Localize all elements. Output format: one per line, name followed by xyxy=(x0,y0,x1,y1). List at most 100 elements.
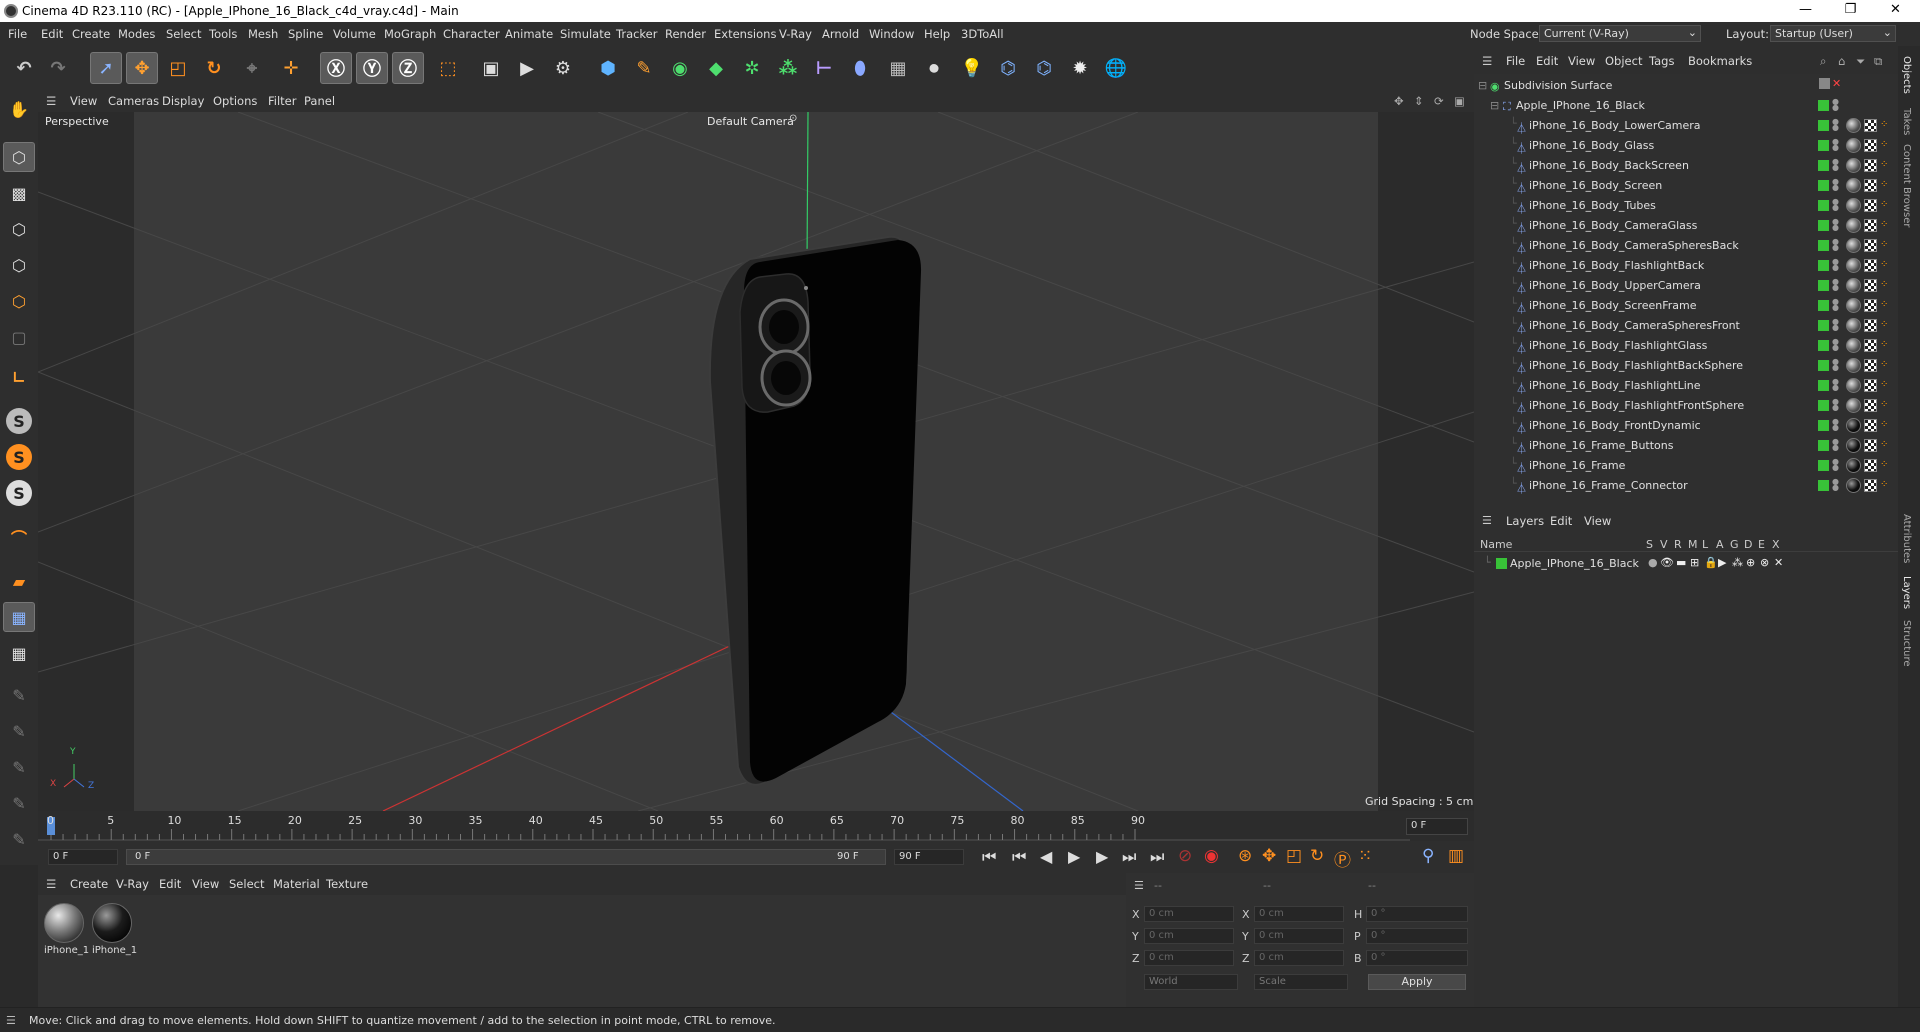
vray-tag-icon[interactable]: ⁘ xyxy=(1880,379,1890,391)
menu-extensions[interactable]: Extensions xyxy=(714,27,776,41)
material-tag-icon[interactable] xyxy=(1846,158,1861,173)
material-tag-icon[interactable] xyxy=(1846,258,1861,273)
perspective-viewport[interactable]: Perspective Default Camera ⊙ Grid Spacin… xyxy=(38,112,1474,811)
viewport-menu-view[interactable]: View xyxy=(70,94,97,108)
vray-tag-icon[interactable]: ⁘ xyxy=(1880,419,1890,431)
texture-tag-icon[interactable] xyxy=(1864,279,1877,292)
object-row-group[interactable]: ⊟ ⛶ Apple_IPhone_16_Black ● ● xyxy=(1474,96,1889,116)
vray-tag-icon[interactable]: ⁘ xyxy=(1880,459,1890,471)
spline-pen-icon[interactable]: ✎ xyxy=(628,52,660,84)
position-y-field[interactable]: 0 cm xyxy=(1144,928,1234,944)
viewport-camera-label[interactable]: Default Camera xyxy=(707,115,794,128)
texture-tag-icon[interactable] xyxy=(1864,179,1877,192)
menu-modes[interactable]: Modes xyxy=(118,27,155,41)
visibility-dots-icon[interactable]: ● ● xyxy=(1832,358,1839,373)
go-to-start-icon[interactable]: ⏮ xyxy=(982,847,996,867)
vray-tag-icon[interactable]: ⁘ xyxy=(1880,339,1890,351)
object-row[interactable]: └ ⏃ iPhone_16_Frame_Connector ● ● ⁘ xyxy=(1474,476,1889,496)
layer-color-icon[interactable] xyxy=(1818,220,1829,231)
vray-tag-icon[interactable]: ⁘ xyxy=(1880,239,1890,251)
hamburger-icon[interactable]: ☰ xyxy=(46,877,56,891)
visibility-dots-icon[interactable]: ● ● xyxy=(1832,238,1839,253)
vray-tag-icon[interactable]: ⁘ xyxy=(1880,319,1890,331)
object-row[interactable]: └ ⏃ iPhone_16_Body_Screen ● ● ⁘ xyxy=(1474,176,1889,196)
render-picture-viewer-icon[interactable]: ▶ xyxy=(511,52,543,84)
filter-icon[interactable]: ⏷ xyxy=(1856,54,1865,69)
object-row[interactable]: └ ⏃ iPhone_16_Body_CameraGlass ● ● ⁘ xyxy=(1474,216,1889,236)
vray-tag-icon[interactable]: ⁘ xyxy=(1880,359,1890,371)
timeline-ruler[interactable]: 0 5 10 15 20 25 30 35 40 45 50 55 60 65 70 75 80 85 90 0 F xyxy=(38,811,1474,841)
object-row[interactable]: └ ⏃ iPhone_16_Body_BackScreen ● ● ⁘ xyxy=(1474,156,1889,176)
material-tag-icon[interactable] xyxy=(1846,118,1861,133)
key-rotation-icon[interactable]: ↻ xyxy=(1310,846,1324,866)
layer-color-icon[interactable] xyxy=(1818,400,1829,411)
texture-tag-icon[interactable] xyxy=(1864,479,1877,492)
layer-color-icon[interactable] xyxy=(1818,440,1829,451)
locked-workplane-icon[interactable]: ▦ xyxy=(3,638,35,668)
menu-character[interactable]: Character xyxy=(443,27,500,41)
material-tag-icon[interactable] xyxy=(1846,438,1861,453)
material-tag-icon[interactable] xyxy=(1846,458,1861,473)
layer-color-icon[interactable] xyxy=(1818,340,1829,351)
texture-tag-icon[interactable] xyxy=(1864,239,1877,252)
material-tag-icon[interactable] xyxy=(1846,278,1861,293)
rotate-tool-icon[interactable]: ↻ xyxy=(198,52,230,84)
material-swatch[interactable]: iPhone_1 xyxy=(44,903,89,959)
key-parameter-icon[interactable]: Ⓟ xyxy=(1334,846,1351,871)
vray-tag-icon[interactable]: ⁘ xyxy=(1880,199,1890,211)
object-row[interactable]: └ ⏃ iPhone_16_Body_Tubes ● ● ⁘ xyxy=(1474,196,1889,216)
tab-content-browser[interactable]: Content Browser xyxy=(1901,144,1912,227)
menu-animate[interactable]: Animate xyxy=(505,27,553,41)
layers-menu-layers[interactable]: Layers xyxy=(1506,514,1544,528)
material-tag-icon[interactable] xyxy=(1846,418,1861,433)
layer-render-icon[interactable]: ▬ xyxy=(1676,556,1686,569)
cloner-icon[interactable]: ✲ xyxy=(736,52,768,84)
visibility-dots-icon[interactable]: ● ● xyxy=(1832,178,1839,193)
timeline-settings-icon[interactable]: ⚲ xyxy=(1422,846,1434,866)
layer-row[interactable]: └ Apple_IPhone_16_Black ● 👁 ▬ ⊞ 🔒 ▶ ⁂ ⊕ … xyxy=(1474,554,1898,572)
material-menu-create[interactable]: Create xyxy=(70,877,108,891)
layer-color-icon[interactable] xyxy=(1818,100,1829,111)
material-tag-icon[interactable] xyxy=(1846,178,1861,193)
magnet-icon[interactable]: ⌒ xyxy=(3,522,35,552)
object-row[interactable]: └ ⏃ iPhone_16_Body_FrontDynamic ● ● ⁘ xyxy=(1474,416,1889,436)
hamburger-icon[interactable]: ☰ xyxy=(1482,54,1492,68)
next-frame-icon[interactable]: ▶ xyxy=(1096,847,1108,866)
object-row[interactable]: └ ⏃ iPhone_16_Body_Glass ● ● ⁘ xyxy=(1474,136,1889,156)
object-menu-file[interactable]: File xyxy=(1506,54,1525,68)
mograph-icon[interactable]: ⁂ xyxy=(772,52,804,84)
vray-settings-icon[interactable]: ✹ xyxy=(1064,52,1096,84)
texture-tag-icon[interactable] xyxy=(1864,119,1877,132)
texture-tag-icon[interactable] xyxy=(1864,319,1877,332)
menu-help[interactable]: Help xyxy=(924,27,950,41)
viewport-menu-display[interactable]: Display xyxy=(162,94,204,108)
visibility-dots-icon[interactable]: ● ● xyxy=(1832,418,1839,433)
visibility-dots-icon[interactable]: ● ● xyxy=(1832,298,1839,313)
autokey-icon[interactable]: ◉ xyxy=(1204,846,1219,866)
snap-icon[interactable]: S xyxy=(6,408,32,434)
transform-tool-icon[interactable]: ✛ xyxy=(275,52,307,84)
menu-render[interactable]: Render xyxy=(665,27,706,41)
previous-key-icon[interactable]: ⏮ xyxy=(1012,847,1026,867)
model-mode-icon[interactable]: ⬡ xyxy=(3,142,35,172)
object-row-root[interactable]: ⊟ ◉ Subdivision Surface ✕ xyxy=(1474,76,1889,96)
zoom-view-icon[interactable]: ⇕ xyxy=(1414,94,1424,108)
vray-tag-icon[interactable]: ⁘ xyxy=(1880,399,1890,411)
bevel-icon[interactable]: ✎ xyxy=(3,824,35,854)
object-row[interactable]: └ ⏃ iPhone_16_Body_LowerCamera ● ● ⁘ xyxy=(1474,116,1889,136)
layer-color-icon[interactable] xyxy=(1818,200,1829,211)
edit-toggle-icon[interactable] xyxy=(1819,78,1830,89)
knife-icon[interactable]: ✎ xyxy=(3,788,35,818)
viewport-menu-cameras[interactable]: Cameras xyxy=(108,94,159,108)
hamburger-icon[interactable]: ☰ xyxy=(1482,514,1492,527)
search-icon[interactable]: ⌕ xyxy=(1820,54,1826,69)
size-z-field[interactable]: 0 cm xyxy=(1254,950,1344,966)
layer-animation-icon[interactable]: ▶ xyxy=(1718,556,1726,569)
subdivision-generator-icon[interactable]: ◉ xyxy=(664,52,696,84)
layer-color-icon[interactable] xyxy=(1818,140,1829,151)
layer-xref-icon[interactable]: ✕ xyxy=(1774,556,1783,569)
workplane-icon[interactable]: ▰ xyxy=(3,566,35,596)
object-row[interactable]: └ ⏃ iPhone_16_Body_FlashlightBackSphere ● ● ⁘ xyxy=(1474,356,1889,376)
visibility-dots-icon[interactable]: ● ● xyxy=(1832,378,1839,393)
z-axis-lock-icon[interactable]: Ⓩ xyxy=(392,52,424,84)
